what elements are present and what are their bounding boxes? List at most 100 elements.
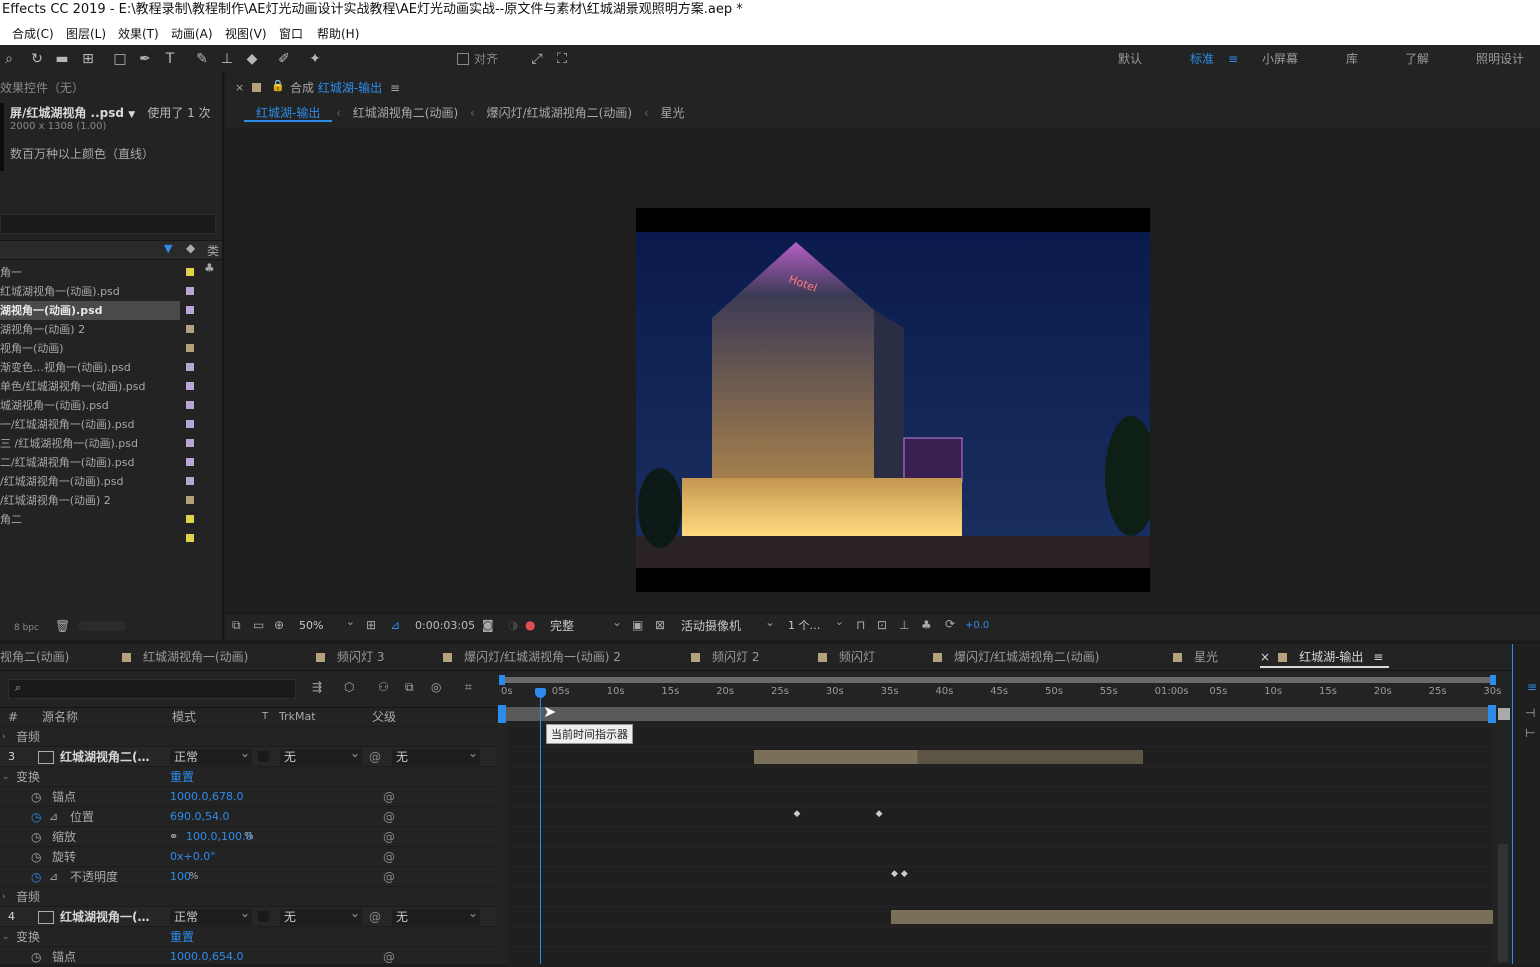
expression-pickwhip-icon[interactable]: @ xyxy=(383,827,395,847)
keyframe-icon[interactable]: ◆ xyxy=(901,869,908,879)
menu-layer[interactable]: 图层(L) xyxy=(66,22,106,46)
selected-item-name[interactable]: 屏/红城湖视角 ..psd ▼ 使用了 1 次 xyxy=(10,104,211,121)
fit-icon[interactable]: ⊞ xyxy=(366,618,376,632)
snapshot-camera-icon[interactable]: ◙ xyxy=(482,618,494,632)
property-value[interactable]: 690.0,54.0 xyxy=(170,807,229,827)
property-row[interactable]: ◷ 缩放 ⚭ 100.0,100.0% @ xyxy=(0,826,497,847)
workspace-learn[interactable]: 了解 xyxy=(1405,50,1429,68)
rectangle-tool-icon[interactable]: □ xyxy=(111,50,129,68)
work-area-start-handle[interactable] xyxy=(499,675,505,685)
preserve-transparency-checkbox[interactable] xyxy=(258,751,269,762)
chevron-down-icon[interactable]: ▼ xyxy=(128,110,135,120)
zoom-dropdown[interactable]: 50% xyxy=(299,614,357,634)
sort-chevron-icon[interactable]: ▼ xyxy=(164,242,172,255)
snap-option-icon[interactable]: ⤢ xyxy=(528,50,546,68)
col-number[interactable]: # xyxy=(8,708,18,726)
col-source-name[interactable]: 源名称 xyxy=(42,708,78,726)
current-timecode[interactable]: 0:00:03:05 xyxy=(415,618,475,634)
pickwhip-icon[interactable]: @ xyxy=(369,907,381,927)
effect-controls-title[interactable]: 效果控件（无） xyxy=(0,79,84,96)
timeline-tab-active[interactable]: × 红城湖-输出 ≡ xyxy=(1260,648,1390,668)
timeline-tab[interactable]: 视角二(动画) xyxy=(0,648,69,666)
layer-name[interactable]: 红城湖视角一(… xyxy=(60,907,150,927)
label-color-swatch[interactable] xyxy=(186,363,194,371)
parent-dropdown[interactable]: 无 xyxy=(392,745,480,765)
label-color-swatch[interactable] xyxy=(186,439,194,447)
motion-blur-icon[interactable]: ◎ xyxy=(431,680,441,694)
zoom-tool-icon[interactable]: ⌕ xyxy=(0,50,18,68)
close-icon[interactable]: × xyxy=(1260,650,1270,664)
keyframe-nav-icon[interactable]: ⊢ xyxy=(1525,726,1535,740)
property-row[interactable]: ◷ ⊿ 不透明度 100% @ xyxy=(0,866,497,887)
project-search-input[interactable] xyxy=(0,214,216,234)
expression-pickwhip-icon[interactable]: @ xyxy=(383,867,395,887)
project-item[interactable]: 红城湖视角一(动画).psd xyxy=(0,282,180,301)
composition-viewport[interactable]: Hotel xyxy=(226,128,1540,613)
label-color-swatch[interactable] xyxy=(186,287,194,295)
breadcrumb-item[interactable]: 红城湖视角二(动画) xyxy=(345,106,466,120)
audio-row[interactable]: › 音频 xyxy=(0,726,497,747)
timeline-tab[interactable]: 爆闪灯/红城湖视角二(动画) xyxy=(933,648,1099,666)
project-item[interactable]: 二/红城湖视角一(动画).psd xyxy=(0,453,180,472)
property-value[interactable]: 0x+0.0° xyxy=(170,847,216,867)
project-item[interactable] xyxy=(0,529,180,548)
label-tag-icon[interactable]: ◆ xyxy=(186,241,195,255)
workspace-lighting[interactable]: 照明设计 xyxy=(1476,50,1524,68)
current-time-indicator[interactable] xyxy=(535,688,547,964)
label-color-swatch[interactable] xyxy=(186,325,194,333)
project-item[interactable]: 视角一(动画) xyxy=(0,339,180,358)
eraser-tool-icon[interactable]: ◆ xyxy=(243,50,261,68)
project-item[interactable]: 湖视角一(动画) 2 xyxy=(0,320,180,339)
track-row[interactable] xyxy=(507,786,1493,807)
workspace-default[interactable]: 默认 xyxy=(1118,50,1142,68)
project-item[interactable]: 角一 xyxy=(0,263,180,282)
track-row[interactable] xyxy=(507,926,1493,947)
audio-row[interactable]: › 音频 xyxy=(0,886,497,907)
track-row[interactable] xyxy=(507,906,1494,927)
text-tool-icon[interactable]: T xyxy=(161,50,179,68)
col-parent[interactable]: 父级 xyxy=(372,708,396,726)
project-item[interactable]: 角二 xyxy=(0,510,180,529)
color-channel-icon[interactable]: ● xyxy=(525,618,535,632)
keyframe-nav-icon[interactable]: ⊣ xyxy=(1525,706,1535,720)
trkmat-dropdown[interactable]: 无 xyxy=(280,905,362,925)
project-item[interactable]: /红城湖视角一(动画).psd xyxy=(0,472,180,491)
graph-icon[interactable]: ⊿ xyxy=(49,807,58,827)
project-item[interactable]: 单色/红城湖视角一(动画).psd xyxy=(0,377,180,396)
flowchart-icon[interactable]: ♣ xyxy=(921,618,932,632)
timeline-tab[interactable]: 爆闪灯/红城湖视角一(动画) 2 xyxy=(443,648,621,666)
workspace-small-screen[interactable]: 小屏幕 xyxy=(1262,50,1298,68)
breadcrumb-item[interactable]: 红城湖-输出 xyxy=(244,106,333,122)
bpc-button[interactable]: 8 bpc xyxy=(14,623,39,633)
time-navigator-start[interactable] xyxy=(498,705,506,723)
menu-view[interactable]: 视图(V) xyxy=(225,22,267,46)
col-trkmat[interactable]: TrkMat xyxy=(279,708,316,726)
layout-icon[interactable]: ⊓ xyxy=(856,618,865,632)
project-item[interactable]: 湖视角一(动画).psd xyxy=(0,301,180,320)
timeline-tab[interactable]: 红城湖视角一(动画) xyxy=(122,648,248,666)
track-row[interactable]: ◆ ◆ xyxy=(507,866,1493,887)
project-item[interactable]: /红城湖视角一(动画) 2 xyxy=(0,491,180,510)
show-channel-icon[interactable]: ◑ xyxy=(508,618,518,632)
reset-link[interactable]: 重置 xyxy=(170,767,194,787)
layer-row[interactable]: 4 红城湖视角一(… 正常 无 @ 无 xyxy=(0,905,497,927)
type-column-header[interactable]: 类 xyxy=(207,242,219,259)
property-row[interactable]: ◷ ⊿ 位置 690.0,54.0 @ xyxy=(0,806,497,827)
property-value[interactable]: 1000.0,654.0 xyxy=(170,947,243,967)
layer-row[interactable]: 3 红城湖视角二(… 正常 无 @ 无 xyxy=(0,745,497,767)
flowchart-icon[interactable]: ♣ xyxy=(204,261,215,275)
track-row[interactable] xyxy=(507,766,1493,787)
project-item[interactable]: 三 /红城湖视角一(动画).psd xyxy=(0,434,180,453)
expression-pickwhip-icon[interactable]: @ xyxy=(383,787,395,807)
time-navigator-bar[interactable] xyxy=(500,707,1493,721)
graph-editor-icon[interactable]: ⌗ xyxy=(465,680,472,695)
col-t[interactable]: T xyxy=(262,708,268,726)
trkmat-dropdown[interactable]: 无 xyxy=(280,745,362,765)
clone-stamp-tool-icon[interactable]: ⊥ xyxy=(218,50,236,68)
layer-mode-dropdown[interactable]: 正常 xyxy=(170,745,252,765)
timeline-tab[interactable]: 频闪灯 3 xyxy=(316,648,384,666)
close-icon[interactable]: × xyxy=(235,81,244,94)
pickwhip-icon[interactable]: @ xyxy=(369,747,381,767)
shy-layers-icon[interactable]: ⚇ xyxy=(378,680,389,694)
stopwatch-icon[interactable]: ◷ xyxy=(31,947,41,967)
